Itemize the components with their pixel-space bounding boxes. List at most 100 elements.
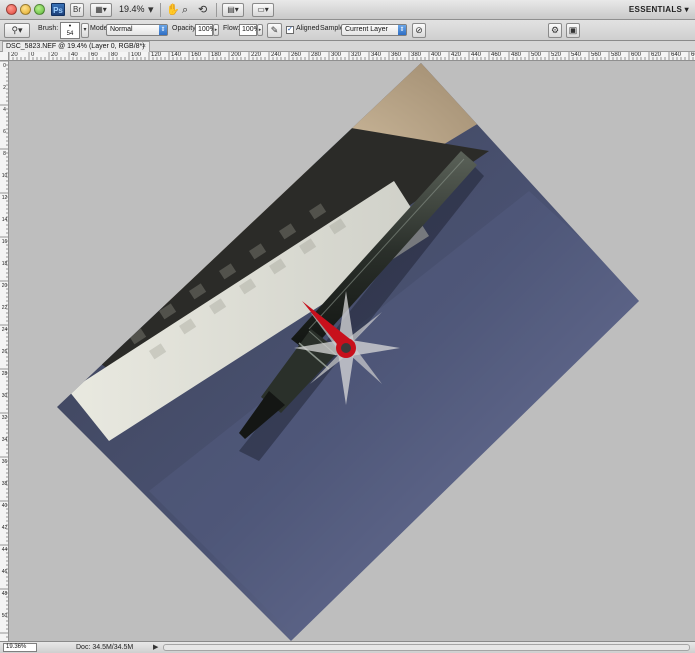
horizontal-ruler-label: 80	[111, 52, 118, 58]
sample-select[interactable]: Current Layer ⇕	[341, 24, 407, 36]
sample-dropdown-icon: ⇕	[398, 25, 406, 35]
horizontal-ruler-label: 660	[691, 52, 695, 58]
window-close-button[interactable]	[6, 4, 17, 15]
vertical-ruler[interactable]: 0 2 4 6 8 10 12 14 16 18 20 22 24 26 28 30 32 34 36 38 40 42 4…	[0, 61, 9, 641]
status-bar: 19.36% Doc: 34.5M/34.5M ▶	[0, 641, 695, 653]
horizontal-ruler-label: 280	[311, 52, 322, 58]
aligned-checkbox[interactable]: ✓	[286, 26, 294, 34]
vertical-ruler-label: 16	[1, 239, 8, 245]
horizontal-ruler-label: 480	[511, 52, 522, 58]
hand-icon[interactable]: ✋	[166, 2, 180, 18]
opacity-field[interactable]: 100%	[195, 24, 216, 36]
aligned-label: Aligned	[296, 25, 320, 32]
horizontal-ruler-label: 540	[571, 52, 582, 58]
document-tab-bar: DSC_5823.NEF @ 19.4% (Layer 0, RGB/8*) *…	[0, 41, 695, 59]
vertical-ruler-label: 10	[1, 173, 8, 179]
vertical-ruler-label: 32	[1, 415, 8, 421]
vertical-ruler-label: 8	[3, 151, 6, 157]
vertical-ruler-label: 26	[1, 349, 8, 355]
vertical-ruler-label: 48	[1, 591, 8, 597]
photoshop-logo: Ps	[51, 3, 65, 16]
mode-dropdown-icon: ⇕	[159, 25, 167, 35]
status-zoom-field[interactable]: 19.36%	[3, 643, 37, 652]
document-canvas[interactable]	[9, 61, 695, 641]
horizontal-ruler-label: 260	[291, 52, 302, 58]
clone-stamp-icon[interactable]: ⚲▾	[4, 23, 30, 38]
horizontal-ruler-label: 140	[171, 52, 182, 58]
workspace-switcher[interactable]: ESSENTIALS ▾	[629, 5, 689, 14]
vertical-ruler-label: 36	[1, 459, 8, 465]
airbrush-icon[interactable]: ✎	[267, 23, 282, 38]
magnifier-icon[interactable]: ⌕	[182, 2, 188, 18]
view-extras-button[interactable]: ▦▾	[90, 3, 112, 17]
pressure-icon[interactable]: ⚙	[548, 23, 562, 38]
vertical-ruler-label: 6	[3, 129, 6, 135]
flow-label: Flow:	[223, 25, 240, 32]
screen-mode-icon[interactable]: ▭▾	[252, 3, 274, 17]
horizontal-ruler-label: 520	[551, 52, 562, 58]
horizontal-ruler-label: 160	[191, 52, 202, 58]
horizontal-ruler-label: 560	[591, 52, 602, 58]
clone-source-panel-icon[interactable]: ▣	[566, 23, 580, 38]
horizontal-ruler-label: 620	[651, 52, 662, 58]
vertical-ruler-label: 4	[3, 107, 6, 113]
vertical-ruler-label: 44	[1, 547, 8, 553]
horizontal-ruler-label: 400	[431, 52, 442, 58]
vertical-ruler-label: 24	[1, 327, 8, 333]
vertical-ruler-label: 38	[1, 481, 8, 487]
horizontal-ruler[interactable]: 20 0 20 40 60 80 100 120 140 160 180 200 220 240 260 28…	[9, 52, 695, 61]
horizontal-ruler-label: 40	[71, 52, 78, 58]
zoom-dropdown-icon[interactable]: ▾	[148, 2, 154, 18]
ignore-adjustment-layers-icon[interactable]: ⊘	[412, 23, 426, 38]
horizontal-ruler-label: 120	[151, 52, 162, 58]
horizontal-ruler-label: 600	[631, 52, 642, 58]
vertical-ruler-label: 30	[1, 393, 8, 399]
sample-value: Current Layer	[345, 26, 388, 33]
window-zoom-button[interactable]	[34, 4, 45, 15]
opacity-slider-arrow-icon[interactable]: ▸	[213, 24, 219, 36]
horizontal-ruler-label: 200	[231, 52, 242, 58]
vertical-ruler-label: 18	[1, 261, 8, 267]
brush-label: Brush:	[38, 25, 59, 32]
vertical-ruler-label: 20	[1, 283, 8, 289]
vertical-ruler-label: 22	[1, 305, 8, 311]
horizontal-ruler-label: 420	[451, 52, 462, 58]
vertical-ruler-label: 12	[1, 195, 8, 201]
vertical-ruler-label: 2	[3, 85, 6, 91]
horizontal-ruler-label: 460	[491, 52, 502, 58]
horizontal-ruler-label: 440	[471, 52, 482, 58]
horizontal-ruler-label: 300	[331, 52, 342, 58]
brush-dot-icon: •	[68, 23, 72, 30]
brush-size: 54	[66, 31, 74, 37]
vertical-ruler-label: 0	[3, 63, 6, 69]
zoom-level-menu[interactable]: 19.4%	[119, 4, 145, 14]
rotate-view-icon[interactable]: ⟲	[198, 2, 207, 18]
status-menu-arrow-icon[interactable]: ▶	[153, 643, 158, 652]
opacity-label: Opacity:	[172, 25, 198, 32]
close-icon[interactable]: ×	[142, 42, 146, 51]
horizontal-ruler-label: 180	[211, 52, 222, 58]
window-minimize-button[interactable]	[20, 4, 31, 15]
launch-bridge-button[interactable]: Br	[70, 3, 84, 17]
document-size-info: Doc: 34.5M/34.5M	[76, 644, 134, 651]
horizontal-ruler-label: 500	[531, 52, 542, 58]
vertical-ruler-label: 34	[1, 437, 8, 443]
flow-field[interactable]: 100%	[239, 24, 260, 36]
mode-value: Normal	[110, 26, 133, 33]
document-tab[interactable]: DSC_5823.NEF @ 19.4% (Layer 0, RGB/8*) *…	[2, 41, 150, 59]
horizontal-scrollbar[interactable]	[163, 644, 690, 651]
flow-slider-arrow-icon[interactable]: ▸	[257, 24, 263, 36]
vertical-ruler-label: 42	[1, 525, 8, 531]
horizontal-ruler-label: 100	[131, 52, 142, 58]
ruler-origin[interactable]	[0, 52, 9, 61]
brush-picker-arrow-icon[interactable]: ▾	[81, 23, 89, 38]
horizontal-ruler-label: 0	[31, 52, 35, 58]
brush-picker[interactable]: • 54	[60, 22, 80, 39]
vertical-ruler-label: 28	[1, 371, 8, 377]
application-bar: Ps Br ▦▾ 19.4% ▾ ✋ ⌕ ⟲ ▤▾ ▭▾ ESSENTIALS …	[0, 0, 695, 20]
vertical-ruler-label: 46	[1, 569, 8, 575]
vertical-ruler-label: 14	[1, 217, 8, 223]
horizontal-ruler-label: 20	[11, 52, 18, 58]
arrange-documents-icon[interactable]: ▤▾	[222, 3, 244, 17]
mode-select[interactable]: Normal ⇕	[106, 24, 168, 36]
